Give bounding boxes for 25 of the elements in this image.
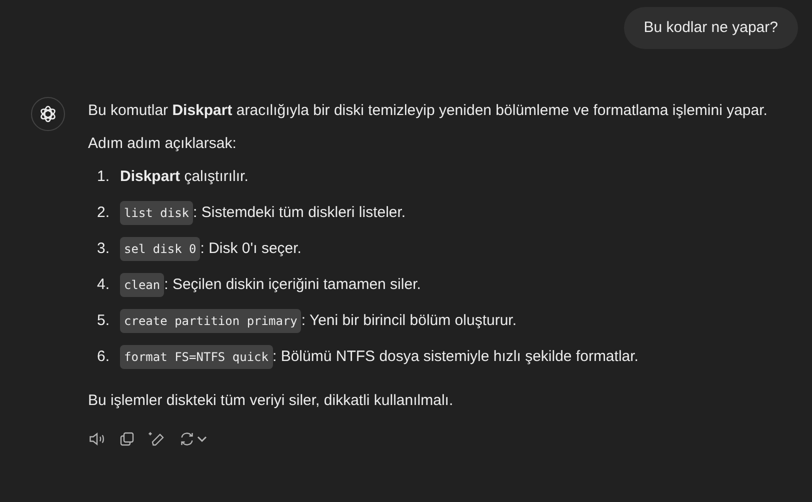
pencil-sparkle-icon[interactable] [148, 430, 166, 448]
refresh-icon[interactable] [178, 430, 196, 448]
inline-code: list disk [120, 201, 194, 225]
inline-code: clean [120, 273, 164, 297]
step-text: Diskpart çalıştırılır. [120, 166, 248, 187]
assistant-avatar-icon [31, 97, 65, 131]
copy-icon[interactable] [118, 430, 136, 448]
inline-code: create partition primary [120, 309, 302, 333]
list-number: 6. [96, 346, 111, 367]
user-message: Bu kodlar ne yapar? [624, 7, 798, 49]
step-text: : Disk 0'ı seçer. [200, 238, 302, 259]
response-paragraph: Bu komutlar Diskpart aracılığıyla bir diski temizleyip yeniden bölümleme ve formatlama işlemini yapar. Adım adım açıklarsak: [88, 101, 768, 154]
inline-code: format FS=NTFS quick [120, 345, 272, 369]
step-text: : Sistemdeki tüm diskleri listeler. [193, 202, 406, 223]
step-text: : Bölümü NTFS dosya sistemiyle hızlı şekilde formatlar. [272, 346, 638, 367]
list-number: 4. [96, 274, 111, 295]
response-paragraph: Bu işlemler diskteki tüm veriyi siler, dikkatli kullanılmalı. [88, 391, 454, 411]
step-text: : Seçilen diskin içeriğini tamamen siler. [164, 274, 421, 295]
list-number: 1. [96, 166, 111, 187]
list-number: 2. [96, 202, 111, 223]
speaker-icon[interactable] [88, 430, 106, 448]
inline-code: sel disk 0 [120, 237, 200, 261]
list-number: 5. [96, 310, 111, 331]
step-text: : Yeni bir birincil bölüm oluşturur. [301, 310, 517, 331]
list-number: 3. [96, 238, 111, 259]
